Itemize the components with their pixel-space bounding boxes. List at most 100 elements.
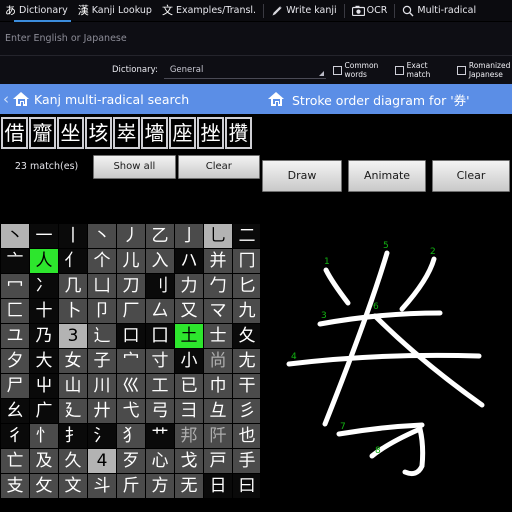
radical-cell[interactable]: 屮 bbox=[30, 374, 58, 398]
clear-drawing-button[interactable]: Clear bbox=[432, 160, 510, 192]
radical-cell[interactable]: 手 bbox=[233, 449, 260, 473]
radical-cell[interactable]: 刀 bbox=[117, 274, 145, 298]
radical-cell[interactable]: 并 bbox=[204, 249, 232, 273]
radical-cell[interactable]: 冖 bbox=[1, 274, 29, 298]
radical-cell[interactable]: 寸 bbox=[146, 349, 174, 373]
radical-cell[interactable]: 弋 bbox=[117, 399, 145, 423]
radical-cell[interactable]: ユ bbox=[1, 324, 29, 348]
radical-cell[interactable]: 亻 bbox=[59, 249, 87, 273]
kanji-chip[interactable]: 座 bbox=[169, 117, 196, 149]
radical-cell[interactable]: 人 bbox=[30, 249, 58, 273]
radical-cell[interactable]: 攵 bbox=[30, 474, 58, 498]
radical-cell[interactable]: 尸 bbox=[1, 374, 29, 398]
radical-cell[interactable]: 又 bbox=[175, 299, 203, 323]
radical-cell[interactable]: 幺 bbox=[1, 399, 29, 423]
radical-cell[interactable]: 巛 bbox=[117, 374, 145, 398]
radical-cell[interactable]: 4 bbox=[88, 449, 116, 473]
kanji-chip[interactable]: 齏 bbox=[29, 117, 56, 149]
radical-cell[interactable]: 邦 bbox=[175, 424, 203, 448]
radical-cell[interactable]: 亅 bbox=[175, 224, 203, 248]
radical-cell[interactable]: 尚 bbox=[204, 349, 232, 373]
tab-ocr[interactable]: OCR bbox=[347, 0, 393, 22]
radical-cell[interactable]: 心 bbox=[146, 449, 174, 473]
radical-cell[interactable]: 尢 bbox=[233, 349, 260, 373]
radical-cell[interactable]: 厂 bbox=[117, 299, 145, 323]
radical-cell[interactable]: 戸 bbox=[204, 449, 232, 473]
kanji-chip[interactable]: 攢 bbox=[225, 117, 252, 149]
radical-cell[interactable]: 文 bbox=[59, 474, 87, 498]
radical-cell[interactable]: 夂 bbox=[233, 324, 260, 348]
radical-cell[interactable]: 土 bbox=[175, 324, 203, 348]
home-icon[interactable] bbox=[13, 91, 30, 107]
clear-radicals-button[interactable]: Clear bbox=[177, 154, 261, 179]
show-all-button[interactable]: Show all bbox=[93, 154, 176, 179]
radical-cell[interactable]: 彳 bbox=[1, 424, 29, 448]
dictionary-select[interactable]: General bbox=[163, 61, 326, 79]
radical-cell[interactable]: 3 bbox=[59, 324, 87, 348]
radical-cell[interactable]: 广 bbox=[30, 399, 58, 423]
radical-cell[interactable]: 山 bbox=[59, 374, 87, 398]
radical-cell[interactable]: 匕 bbox=[233, 274, 260, 298]
radical-cell[interactable]: 川 bbox=[88, 374, 116, 398]
radical-cell[interactable]: 刂 bbox=[146, 274, 174, 298]
kanji-chip[interactable]: 借 bbox=[1, 117, 28, 149]
radical-cell[interactable]: 干 bbox=[233, 374, 260, 398]
radical-cell[interactable]: 斗 bbox=[88, 474, 116, 498]
radical-cell[interactable]: 冂 bbox=[233, 249, 260, 273]
radical-cell[interactable]: 彑 bbox=[204, 399, 232, 423]
kanji-chip[interactable]: 墻 bbox=[141, 117, 168, 149]
radical-cell[interactable]: 忄 bbox=[30, 424, 58, 448]
radical-cell[interactable]: 犭 bbox=[117, 424, 145, 448]
radical-cell[interactable]: 口 bbox=[117, 324, 145, 348]
back-chevron-icon[interactable]: ‹ bbox=[3, 91, 9, 107]
stroke-order-diagram[interactable]: 1 2 3 4 5 6 7 8 bbox=[260, 196, 512, 512]
stroke-order-panel[interactable]: 1 2 3 4 5 6 7 8 bbox=[260, 196, 512, 512]
home-icon[interactable] bbox=[268, 91, 285, 107]
radical-cell[interactable]: 久 bbox=[59, 449, 87, 473]
radical-cell[interactable]: 支 bbox=[1, 474, 29, 498]
radical-cell[interactable]: 丶 bbox=[1, 224, 29, 248]
draw-button[interactable]: Draw bbox=[262, 160, 342, 192]
checkbox-common-words[interactable]: Common words bbox=[332, 61, 388, 79]
radical-cell[interactable]: 夕 bbox=[1, 349, 29, 373]
radical-cell[interactable]: 曰 bbox=[233, 474, 260, 498]
kanji-chip[interactable]: 垓 bbox=[85, 117, 112, 149]
radical-cell[interactable]: 丨 bbox=[59, 224, 87, 248]
radical-cell[interactable]: 彡 bbox=[233, 399, 260, 423]
radical-cell[interactable]: 扌 bbox=[59, 424, 87, 448]
radical-cell[interactable]: 儿 bbox=[117, 249, 145, 273]
radical-cell[interactable]: 乙 bbox=[146, 224, 174, 248]
radical-cell[interactable]: 入 bbox=[146, 249, 174, 273]
radical-cell[interactable]: 彐 bbox=[175, 399, 203, 423]
radical-cell[interactable]: ハ bbox=[175, 249, 203, 273]
tab-multi-radical[interactable]: Multi-radical bbox=[397, 0, 481, 22]
radical-cell[interactable]: 子 bbox=[88, 349, 116, 373]
radical-cell[interactable]: 士 bbox=[204, 324, 232, 348]
radical-cell[interactable]: 戈 bbox=[175, 449, 203, 473]
tab-examples-transl[interactable]: 文 Examples/Transl. bbox=[157, 0, 261, 22]
radical-cell[interactable]: 囗 bbox=[146, 324, 174, 348]
radical-cell[interactable]: 丶 bbox=[88, 224, 116, 248]
radical-cell[interactable]: 阡 bbox=[204, 424, 232, 448]
radical-cell[interactable]: 日 bbox=[204, 474, 232, 498]
checkbox-romanized-japanese[interactable]: Romanized Japanese bbox=[456, 61, 512, 79]
radical-cell[interactable]: 乃 bbox=[30, 324, 58, 348]
kanji-chip[interactable]: 坐 bbox=[57, 117, 84, 149]
radical-cell[interactable]: 辶 bbox=[88, 324, 116, 348]
action-bar-left[interactable]: ‹ Kanj multi-radical search bbox=[0, 91, 260, 107]
radical-cell[interactable]: 艹 bbox=[146, 424, 174, 448]
radical-cell[interactable]: 工 bbox=[146, 374, 174, 398]
radical-cell[interactable]: 廾 bbox=[88, 399, 116, 423]
radical-cell[interactable]: 及 bbox=[30, 449, 58, 473]
radical-cell[interactable]: 廴 bbox=[59, 399, 87, 423]
radical-cell[interactable]: 宀 bbox=[117, 349, 145, 373]
kanji-chip[interactable]: 崒 bbox=[113, 117, 140, 149]
radical-cell[interactable]: 二 bbox=[233, 224, 260, 248]
radical-cell[interactable]: 十 bbox=[30, 299, 58, 323]
checkbox-box[interactable] bbox=[456, 65, 466, 75]
radical-cell[interactable]: 斤 bbox=[117, 474, 145, 498]
tab-write-kanji[interactable]: Write kanji bbox=[266, 0, 342, 22]
action-bar-right[interactable]: Stroke order diagram for '券' bbox=[260, 90, 512, 109]
radical-cell[interactable]: 卩 bbox=[88, 299, 116, 323]
radical-cell[interactable]: 九 bbox=[233, 299, 260, 323]
